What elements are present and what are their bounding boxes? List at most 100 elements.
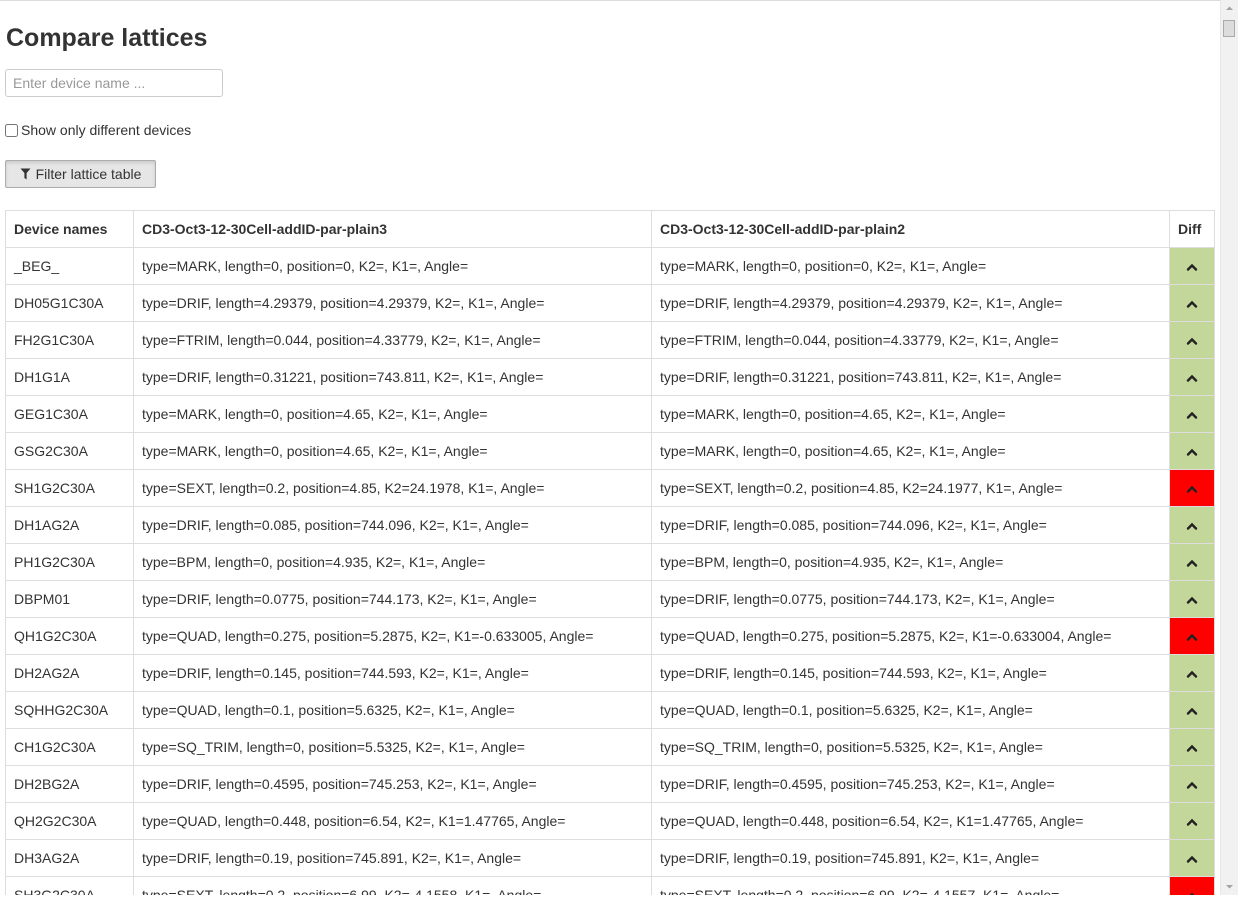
lattice-2-cell: type=QUAD, length=0.448, position=6.54, …	[651, 802, 1170, 840]
show-only-different-option[interactable]: Show only different devices	[5, 122, 191, 138]
filter-icon	[20, 168, 31, 180]
table-row: SH3G2C30A type=SEXT, length=0.2, position…	[5, 876, 1215, 895]
diff-cell[interactable]	[1169, 839, 1215, 877]
chevron-up-icon[interactable]	[1186, 447, 1198, 457]
lattice-2-cell: type=MARK, length=0, position=4.65, K2=,…	[651, 395, 1170, 433]
device-name-cell: FH2G1C30A	[5, 321, 134, 359]
lattice-compare-table-container: Device names CD3-Oct3-12-30Cell-addID-pa…	[5, 210, 1215, 895]
lattice-1-cell: type=SQ_TRIM, length=0, position=5.5325,…	[133, 728, 652, 766]
column-header-lattice-2: CD3-Oct3-12-30Cell-addID-par-plain2	[651, 210, 1170, 248]
show-only-different-checkbox[interactable]	[5, 123, 18, 137]
browser-viewport: Compare lattices Show only different dev…	[0, 0, 1242, 899]
lattice-1-cell: type=SEXT, length=0.2, position=4.85, K2…	[133, 469, 652, 507]
diff-cell[interactable]	[1169, 432, 1215, 470]
chevron-up-icon[interactable]	[1186, 669, 1198, 679]
device-name-cell: SH3G2C30A	[5, 876, 134, 895]
chevron-up-icon[interactable]	[1186, 595, 1198, 605]
lattice-1-cell: type=DRIF, length=0.085, position=744.09…	[133, 506, 652, 544]
lattice-1-cell: type=DRIF, length=0.19, position=745.891…	[133, 839, 652, 877]
device-name-cell: GEG1C30A	[5, 395, 134, 433]
diff-cell[interactable]	[1169, 469, 1215, 507]
vertical-scrollbar[interactable]	[1220, 0, 1238, 895]
scroll-up-arrow-icon[interactable]	[1221, 0, 1238, 17]
column-header-lattice-1: CD3-Oct3-12-30Cell-addID-par-plain3	[133, 210, 652, 248]
lattice-2-cell: type=MARK, length=0, position=0, K2=, K1…	[651, 247, 1170, 285]
lattice-2-cell: type=DRIF, length=0.31221, position=743.…	[651, 358, 1170, 396]
table-row: QH2G2C30A type=QUAD, length=0.448, positi…	[5, 802, 1215, 840]
column-header-device-names: Device names	[5, 210, 134, 248]
chevron-up-icon[interactable]	[1186, 743, 1198, 753]
device-name-search-input[interactable]	[5, 69, 223, 97]
lattice-2-cell: type=QUAD, length=0.275, position=5.2875…	[651, 617, 1170, 655]
lattice-2-cell: type=FTRIM, length=0.044, position=4.337…	[651, 321, 1170, 359]
chevron-up-icon[interactable]	[1186, 410, 1198, 420]
chevron-up-icon[interactable]	[1186, 891, 1198, 895]
diff-cell[interactable]	[1169, 580, 1215, 618]
diff-cell[interactable]	[1169, 765, 1215, 803]
diff-cell[interactable]	[1169, 654, 1215, 692]
lattice-1-cell: type=DRIF, length=4.29379, position=4.29…	[133, 284, 652, 322]
device-name-cell: PH1G2C30A	[5, 543, 134, 581]
table-row: GSG2C30A type=MARK, length=0, position=4.…	[5, 432, 1215, 470]
device-name-cell: DH1G1A	[5, 358, 134, 396]
table-row: FH2G1C30A type=FTRIM, length=0.044, posit…	[5, 321, 1215, 359]
device-name-cell: DH3AG2A	[5, 839, 134, 877]
diff-cell[interactable]	[1169, 506, 1215, 544]
table-row: SQHHG2C30A type=QUAD, length=0.1, positio…	[5, 691, 1215, 729]
chevron-up-icon[interactable]	[1186, 558, 1198, 568]
diff-cell[interactable]	[1169, 876, 1215, 895]
table-row: DH05G1C30A type=DRIF, length=4.29379, pos…	[5, 284, 1215, 322]
device-name-cell: DH1AG2A	[5, 506, 134, 544]
device-name-cell: DH05G1C30A	[5, 284, 134, 322]
chevron-up-icon[interactable]	[1186, 854, 1198, 864]
scrollbar-thumb[interactable]	[1223, 20, 1235, 37]
table-body: _BEG_ type=MARK, length=0, position=0, K2…	[5, 247, 1215, 895]
lattice-2-cell: type=DRIF, length=0.0775, position=744.1…	[651, 580, 1170, 618]
device-name-cell: CH1G2C30A	[5, 728, 134, 766]
table-row: DBPM01 type=DRIF, length=0.0775, position…	[5, 580, 1215, 618]
chevron-up-icon[interactable]	[1186, 817, 1198, 827]
lattice-2-cell: type=DRIF, length=0.4595, position=745.2…	[651, 765, 1170, 803]
table-row: CH1G2C30A type=SQ_TRIM, length=0, positio…	[5, 728, 1215, 766]
chevron-up-icon[interactable]	[1186, 262, 1198, 272]
table-row: DH1G1A type=DRIF, length=0.31221, positio…	[5, 358, 1215, 396]
diff-cell[interactable]	[1169, 802, 1215, 840]
device-name-cell: DBPM01	[5, 580, 134, 618]
filter-lattice-table-button[interactable]: Filter lattice table	[5, 160, 156, 188]
table-row: GEG1C30A type=MARK, length=0, position=4.…	[5, 395, 1215, 433]
lattice-1-cell: type=BPM, length=0, position=4.935, K2=,…	[133, 543, 652, 581]
compare-lattices-page: Compare lattices Show only different dev…	[0, 0, 1220, 895]
chevron-up-icon[interactable]	[1186, 780, 1198, 790]
diff-cell[interactable]	[1169, 358, 1215, 396]
device-name-cell: DH2BG2A	[5, 765, 134, 803]
column-header-diff: Diff	[1169, 210, 1215, 248]
lattice-2-cell: type=DRIF, length=0.19, position=745.891…	[651, 839, 1170, 877]
diff-cell[interactable]	[1169, 691, 1215, 729]
chevron-up-icon[interactable]	[1186, 632, 1198, 642]
chevron-up-icon[interactable]	[1186, 484, 1198, 494]
table-row: DH1AG2A type=DRIF, length=0.085, position…	[5, 506, 1215, 544]
lattice-2-cell: type=SEXT, length=0.2, position=6.99, K2…	[651, 876, 1170, 895]
table-row: PH1G2C30A type=BPM, length=0, position=4.…	[5, 543, 1215, 581]
lattice-1-cell: type=DRIF, length=0.31221, position=743.…	[133, 358, 652, 396]
chevron-up-icon[interactable]	[1186, 521, 1198, 531]
diff-cell[interactable]	[1169, 247, 1215, 285]
lattice-1-cell: type=QUAD, length=0.275, position=5.2875…	[133, 617, 652, 655]
show-only-different-label: Show only different devices	[21, 122, 192, 138]
diff-cell[interactable]	[1169, 728, 1215, 766]
lattice-1-cell: type=QUAD, length=0.1, position=5.6325, …	[133, 691, 652, 729]
chevron-up-icon[interactable]	[1186, 299, 1198, 309]
diff-cell[interactable]	[1169, 543, 1215, 581]
lattice-1-cell: type=DRIF, length=0.0775, position=744.1…	[133, 580, 652, 618]
chevron-up-icon[interactable]	[1186, 336, 1198, 346]
diff-cell[interactable]	[1169, 321, 1215, 359]
scroll-down-arrow-icon[interactable]	[1221, 878, 1238, 895]
device-name-cell: DH2AG2A	[5, 654, 134, 692]
device-name-cell: QH2G2C30A	[5, 802, 134, 840]
diff-cell[interactable]	[1169, 617, 1215, 655]
diff-cell[interactable]	[1169, 284, 1215, 322]
chevron-up-icon[interactable]	[1186, 706, 1198, 716]
chevron-up-icon[interactable]	[1186, 373, 1198, 383]
diff-cell[interactable]	[1169, 395, 1215, 433]
lattice-2-cell: type=BPM, length=0, position=4.935, K2=,…	[651, 543, 1170, 581]
